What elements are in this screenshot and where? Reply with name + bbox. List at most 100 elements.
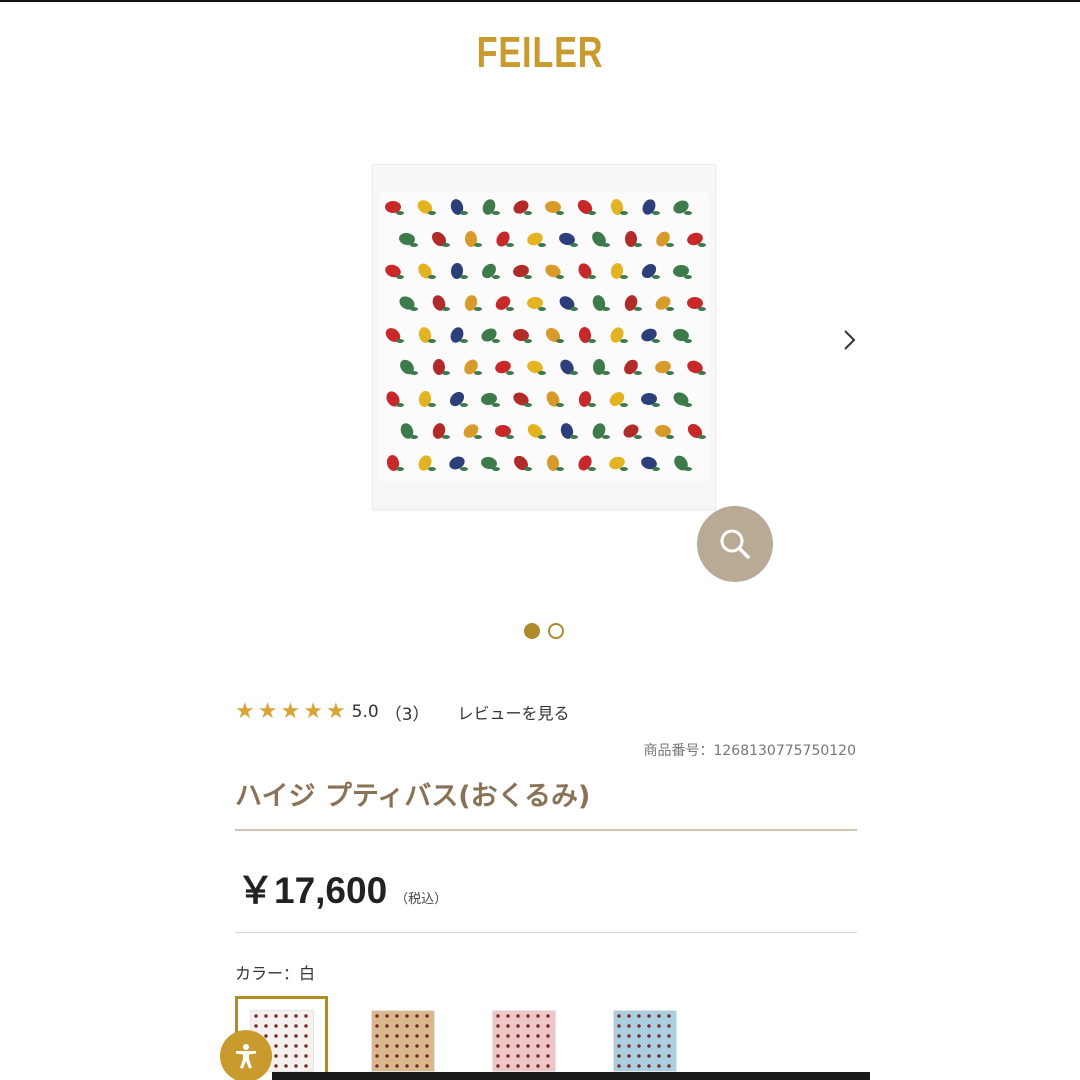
- pattern-leaf: [524, 275, 532, 279]
- pattern-leaf: [474, 243, 482, 247]
- pattern-leaf: [474, 371, 482, 375]
- color-swatch-blue[interactable]: [598, 996, 691, 1080]
- pattern-leaf: [652, 339, 660, 343]
- pattern-leaf: [556, 211, 564, 215]
- pattern-leaf: [556, 275, 564, 279]
- price-block: ￥17,600 （税込）: [237, 860, 447, 914]
- pattern-leaf: [428, 275, 436, 279]
- pattern-leaf: [428, 403, 436, 407]
- pattern-leaf: [506, 243, 514, 247]
- product-price: ￥17,600: [237, 870, 388, 911]
- product-title: ハイジ プティバス(おくるみ): [235, 781, 591, 812]
- title-divider: [235, 829, 857, 831]
- pattern-leaf: [698, 435, 706, 439]
- pattern-leaf: [410, 435, 418, 439]
- pattern-leaf: [556, 403, 564, 407]
- pattern-leaf: [474, 435, 482, 439]
- pattern-leaf: [588, 467, 596, 471]
- pattern-leaf: [492, 403, 500, 407]
- pattern-leaf: [460, 339, 468, 343]
- pattern-leaf: [602, 435, 610, 439]
- color-label: カラー：白: [235, 964, 316, 983]
- pattern-leaf: [396, 211, 404, 215]
- brand-logo[interactable]: FEILER: [119, 28, 961, 78]
- swatch-thumbnail: [491, 1010, 556, 1072]
- pattern-leaf: [492, 211, 500, 215]
- pattern-leaf: [442, 243, 450, 247]
- pattern-leaf: [492, 467, 500, 471]
- star-icon: ★: [303, 699, 323, 724]
- pattern-leaf: [538, 371, 546, 375]
- swatch-thumbnail: [370, 1010, 435, 1072]
- swatch-thumbnail: [612, 1010, 677, 1072]
- pattern-leaf: [652, 275, 660, 279]
- pattern-leaf: [428, 467, 436, 471]
- review-count: （3）: [384, 704, 430, 725]
- pattern-leaf: [524, 211, 532, 215]
- pattern-leaf: [442, 371, 450, 375]
- color-swatch-pink[interactable]: [477, 996, 570, 1080]
- pattern-leaf: [460, 275, 468, 279]
- pattern-leaf: [684, 403, 692, 407]
- pattern-leaf: [556, 339, 564, 343]
- pattern-leaf: [652, 403, 660, 407]
- image-top-band: [373, 165, 715, 193]
- tax-note: （税込）: [395, 892, 448, 907]
- pattern-leaf: [396, 403, 404, 407]
- pattern-leaf: [602, 307, 610, 311]
- pattern-leaf: [570, 371, 578, 375]
- zoom-button[interactable]: [697, 506, 773, 582]
- pattern-leaf: [410, 243, 418, 247]
- pattern-leaf: [524, 467, 532, 471]
- floral-pattern: [379, 193, 709, 481]
- pattern-leaf: [506, 307, 514, 311]
- pattern-leaf: [634, 371, 642, 375]
- product-image[interactable]: [372, 164, 716, 510]
- pattern-leaf: [460, 467, 468, 471]
- pattern-leaf: [588, 403, 596, 407]
- pattern-leaf: [570, 435, 578, 439]
- star-rating: ★ ★ ★ ★ ★: [235, 701, 346, 723]
- star-icon: ★: [280, 699, 301, 724]
- pattern-leaf: [634, 243, 642, 247]
- pattern-leaf: [442, 435, 450, 439]
- pattern-leaf: [684, 275, 692, 279]
- pattern-leaf: [538, 307, 546, 311]
- pattern-leaf: [556, 467, 564, 471]
- accessibility-button[interactable]: [220, 1030, 272, 1080]
- see-reviews-link[interactable]: レビューを見る: [458, 700, 570, 724]
- pattern-leaf: [698, 307, 706, 311]
- pattern-leaf: [588, 339, 596, 343]
- pattern-leaf: [570, 307, 578, 311]
- pattern-leaf: [506, 371, 514, 375]
- pagination-dot-1[interactable]: [524, 623, 540, 639]
- pattern-leaf: [538, 243, 546, 247]
- pattern-leaf: [588, 211, 596, 215]
- pattern-leaf: [634, 435, 642, 439]
- pattern-leaf: [442, 307, 450, 311]
- pattern-leaf: [620, 275, 628, 279]
- next-image-button[interactable]: [836, 326, 862, 354]
- pattern-leaf: [666, 307, 674, 311]
- rating-row: ★ ★ ★ ★ ★ 5.0 （3） レビューを見る: [235, 698, 570, 726]
- pattern-leaf: [634, 307, 642, 311]
- pattern-leaf: [666, 243, 674, 247]
- star-icon: ★: [325, 699, 346, 724]
- pattern-leaf: [410, 307, 418, 311]
- product-number: 商品番号：1268130775750120: [643, 743, 856, 759]
- pattern-leaf: [396, 275, 404, 279]
- pattern-leaf: [396, 339, 404, 343]
- pattern-leaf: [602, 371, 610, 375]
- pattern-leaf: [588, 275, 596, 279]
- top-border: [0, 0, 1080, 2]
- color-swatch-beige[interactable]: [356, 996, 449, 1080]
- pattern-leaf: [492, 339, 500, 343]
- pattern-leaf: [684, 467, 692, 471]
- pagination-dot-2[interactable]: [548, 623, 564, 639]
- star-icon: ★: [257, 699, 278, 724]
- pattern-leaf: [538, 435, 546, 439]
- pattern-leaf: [428, 339, 436, 343]
- star-icon: ★: [235, 699, 255, 724]
- pattern-leaf: [506, 435, 514, 439]
- pattern-leaf: [666, 435, 674, 439]
